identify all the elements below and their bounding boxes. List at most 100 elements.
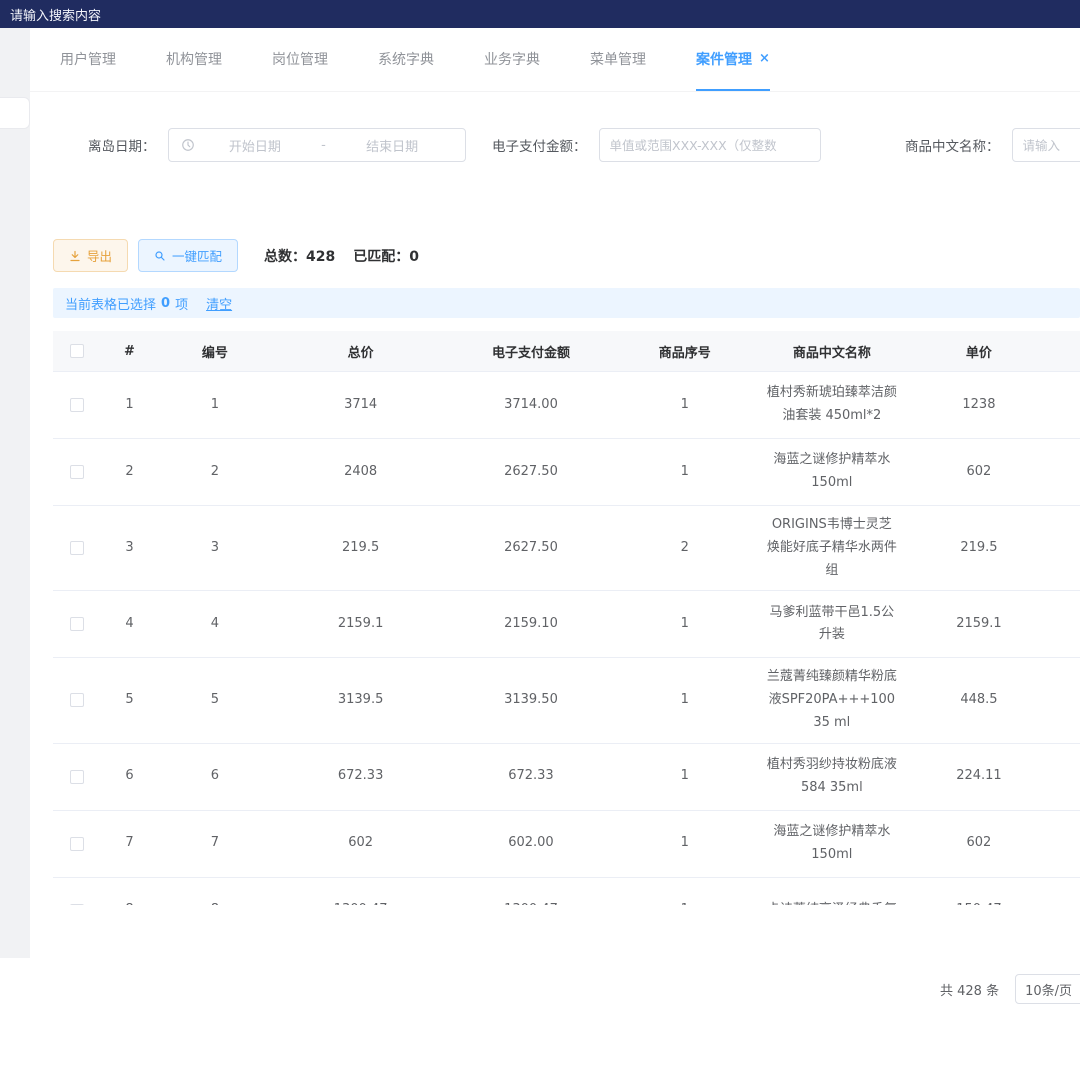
clear-selection-link[interactable]: 清空	[206, 294, 232, 313]
date-range-picker[interactable]: 开始日期 - 结束日期	[168, 128, 466, 162]
row-checkbox[interactable]	[70, 770, 84, 784]
matched-label: 已匹配：	[353, 249, 409, 265]
left-gutter	[0, 28, 30, 958]
filter-epay-amount: 电子支付金额：	[492, 127, 821, 163]
col-header-epay: 电子支付金额	[449, 331, 613, 371]
total-value: 428	[306, 249, 335, 265]
tab-menu-management[interactable]: 菜单管理	[590, 28, 646, 91]
global-search-input[interactable]: 请输入搜索内容	[10, 5, 101, 24]
sidebar-collapse-handle[interactable]	[0, 97, 30, 129]
cell-unit-price: 602	[907, 439, 1050, 505]
cell-total-price: 602	[272, 811, 449, 877]
cell-product-name: 卡诗菁纯亮泽经典香氛	[756, 878, 907, 906]
table-toolbar: 导出 一键匹配 总数：428 已匹配：0	[53, 239, 419, 272]
row-checkbox-cell	[53, 591, 101, 657]
page-size-value: 10条/页	[1025, 980, 1072, 999]
page-tabs: 用户管理 机构管理 岗位管理 系统字典 业务字典 菜单管理 案件管理 ×	[30, 28, 1080, 92]
cell-code: 8	[158, 878, 273, 906]
cell-epay-amount: 602.00	[449, 811, 613, 877]
cell-code: 7	[158, 811, 273, 877]
row-checkbox[interactable]	[70, 837, 84, 851]
cell-epay-amount: 672.33	[449, 744, 613, 810]
col-header-index: #	[101, 331, 157, 371]
table-row: 4 4 2159.1 2159.10 1 马爹利蓝带干邑1.5公升装 2159.…	[53, 591, 1080, 658]
cell-product-name: ORIGINS韦博士灵芝焕能好底子精华水两件组	[756, 506, 907, 590]
col-header-unit-price: 单价	[907, 331, 1050, 371]
epay-amount-label: 电子支付金额：	[492, 135, 587, 155]
cell-product-name: 海蓝之谜修护精萃水 150ml	[756, 439, 907, 505]
tab-business-dict[interactable]: 业务字典	[484, 28, 540, 91]
cell-index: 7	[101, 811, 157, 877]
selection-prefix: 当前表格已选择	[65, 294, 156, 313]
cell-product-seq: 1	[613, 658, 756, 742]
cell-product-name: 植村秀新琥珀臻萃洁颜油套装 450ml*2	[756, 372, 907, 438]
tab-system-dict[interactable]: 系统字典	[378, 28, 434, 91]
filter-departure-date: 离岛日期： 开始日期 - 结束日期	[88, 127, 466, 163]
pagination: 共 428 条 10条/页 ▾	[940, 974, 1080, 1004]
cell-index: 5	[101, 658, 157, 742]
tab-org-management[interactable]: 机构管理	[166, 28, 222, 91]
start-date-placeholder[interactable]: 开始日期	[195, 136, 316, 155]
table-row: 7 7 602 602.00 1 海蓝之谜修护精萃水 150ml 602	[53, 811, 1080, 878]
cell-unit-price: 1238	[907, 372, 1050, 438]
epay-amount-input[interactable]	[599, 128, 821, 162]
tab-case-management[interactable]: 案件管理 ×	[696, 28, 770, 91]
totals-summary: 总数：428 已匹配：0	[264, 246, 419, 266]
cell-product-name: 马爹利蓝带干邑1.5公升装	[756, 591, 907, 657]
row-checkbox[interactable]	[70, 398, 84, 412]
top-navbar: 请输入搜索内容	[0, 0, 1080, 28]
clock-icon	[181, 138, 195, 152]
row-checkbox[interactable]	[70, 617, 84, 631]
selection-suffix: 项	[175, 294, 188, 313]
cell-unit-price: 2159.1	[907, 591, 1050, 657]
table-header-row: # 编号 总价 电子支付金额 商品序号 商品中文名称 单价	[53, 331, 1080, 372]
table-body: 1 1 3714 3714.00 1 植村秀新琥珀臻萃洁颜油套装 450ml*2…	[53, 372, 1080, 905]
row-checkbox-cell	[53, 658, 101, 742]
cell-epay-amount: 3714.00	[449, 372, 613, 438]
row-checkbox[interactable]	[70, 904, 84, 906]
cell-code: 1	[158, 372, 273, 438]
cell-epay-amount: 2627.50	[449, 439, 613, 505]
page-size-select[interactable]: 10条/页 ▾	[1015, 974, 1080, 1004]
cell-epay-amount: 2627.50	[449, 506, 613, 590]
cell-product-seq: 1	[613, 439, 756, 505]
tab-post-management[interactable]: 岗位管理	[272, 28, 328, 91]
row-checkbox-cell	[53, 439, 101, 505]
cell-unit-price: 224.11	[907, 744, 1050, 810]
cell-index: 2	[101, 439, 157, 505]
total-label: 总数：	[264, 249, 306, 265]
cell-product-name: 海蓝之谜修护精萃水 150ml	[756, 811, 907, 877]
cell-index: 1	[101, 372, 157, 438]
product-name-input[interactable]	[1012, 128, 1080, 162]
selection-info-bar: 当前表格已选择 0 项 清空	[53, 288, 1080, 318]
cell-total-price: 1300.47	[272, 878, 449, 906]
cell-product-seq: 1	[613, 372, 756, 438]
row-checkbox[interactable]	[70, 465, 84, 479]
cell-unit-price: 602	[907, 811, 1050, 877]
select-all-checkbox[interactable]	[70, 344, 84, 358]
cell-code: 3	[158, 506, 273, 590]
row-checkbox[interactable]	[70, 693, 84, 707]
pagination-total: 共 428 条	[940, 980, 999, 999]
export-button[interactable]: 导出	[53, 239, 128, 272]
cell-product-seq: 1	[613, 744, 756, 810]
cell-product-seq: 2	[613, 506, 756, 590]
cell-index: 6	[101, 744, 157, 810]
cell-unit-price: 448.5	[907, 658, 1050, 742]
select-all-cell	[53, 331, 101, 371]
cell-unit-price: 150.47	[907, 878, 1050, 906]
tab-user-management[interactable]: 用户管理	[60, 28, 116, 91]
one-click-match-button[interactable]: 一键匹配	[138, 239, 238, 272]
cell-product-name: 兰蔻菁纯臻颜精华粉底液SPF20PA+++100 35 ml	[756, 658, 907, 742]
cell-index: 8	[101, 878, 157, 906]
row-checkbox-cell	[53, 372, 101, 438]
end-date-placeholder[interactable]: 结束日期	[332, 136, 453, 155]
col-header-filler	[1051, 331, 1080, 371]
data-table: # 编号 总价 电子支付金额 商品序号 商品中文名称 单价 1 1 3714 3…	[53, 331, 1080, 905]
col-header-seq: 商品序号	[613, 331, 756, 371]
date-range-separator: -	[315, 138, 332, 153]
cell-total-price: 672.33	[272, 744, 449, 810]
cell-total-price: 2408	[272, 439, 449, 505]
close-tab-icon[interactable]: ×	[759, 52, 770, 65]
row-checkbox[interactable]	[70, 541, 84, 555]
